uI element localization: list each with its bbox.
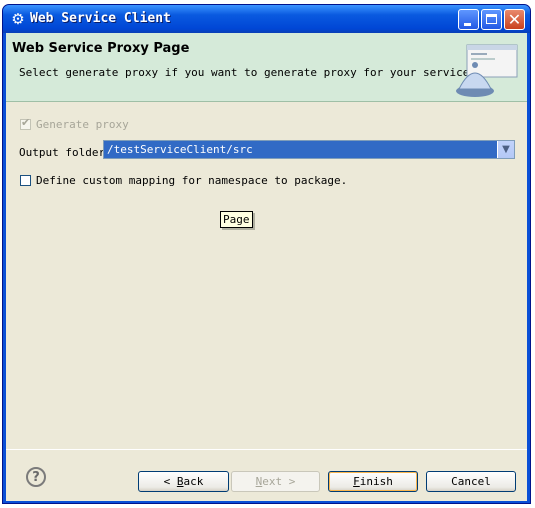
finish-label-rest: inish	[359, 475, 393, 488]
next-arrow: >	[288, 475, 296, 488]
dialog-client-area: Web Service Proxy Page Select generate p…	[6, 33, 527, 501]
maximize-button[interactable]	[481, 9, 502, 30]
page-title: Web Service Proxy Page	[12, 41, 190, 56]
page-header-banner: Web Service Proxy Page Select generate p…	[6, 33, 527, 102]
window-title: Web Service Client	[30, 11, 171, 26]
back-label-rest: ack	[183, 475, 204, 488]
custom-mapping-checkbox[interactable]	[20, 175, 31, 186]
finish-mnemonic: F	[353, 475, 360, 488]
generate-proxy-checkbox-row: ✔ Generate proxy	[20, 116, 129, 131]
generate-proxy-checkbox[interactable]: ✔	[20, 116, 31, 130]
next-label-rest: ext	[262, 475, 283, 488]
minimize-icon	[464, 23, 471, 26]
close-icon: ✕	[507, 10, 522, 29]
generate-proxy-label: Generate proxy	[36, 118, 129, 131]
checkmark-icon: ✔	[21, 116, 31, 129]
page-description: Select generate proxy if you want to gen…	[19, 66, 476, 79]
tooltip: Page	[220, 211, 253, 228]
title-bar[interactable]: ⚙ Web Service Client ✕	[3, 5, 530, 33]
gear-icon[interactable]: ⚙	[10, 11, 26, 27]
finish-button[interactable]: Finish	[328, 471, 418, 492]
next-button[interactable]: Next >	[231, 471, 320, 492]
web-service-wizard-icon	[456, 44, 518, 97]
footer-divider	[6, 449, 527, 450]
back-arrow: <	[163, 475, 171, 488]
custom-mapping-checkbox-row: Define custom mapping for namespace to p…	[20, 174, 347, 187]
dialog-window: ⚙ Web Service Client ✕ Web Service Proxy…	[2, 4, 531, 504]
back-button[interactable]: < Back	[138, 471, 229, 492]
output-folder-label: Output folder	[19, 146, 106, 159]
minimize-button[interactable]	[458, 9, 479, 30]
chevron-down-icon[interactable]: ▼	[497, 141, 514, 158]
output-folder-value: /testServiceClient/src	[107, 143, 253, 156]
output-folder-combo[interactable]: /testServiceClient/src ▼	[103, 140, 515, 159]
back-mnemonic: B	[176, 475, 184, 488]
help-icon[interactable]: ?	[26, 467, 46, 487]
maximize-icon	[486, 14, 497, 24]
custom-mapping-label[interactable]: Define custom mapping for namespace to p…	[36, 174, 347, 187]
cancel-button[interactable]: Cancel	[426, 471, 516, 492]
close-button[interactable]: ✕	[504, 9, 525, 30]
